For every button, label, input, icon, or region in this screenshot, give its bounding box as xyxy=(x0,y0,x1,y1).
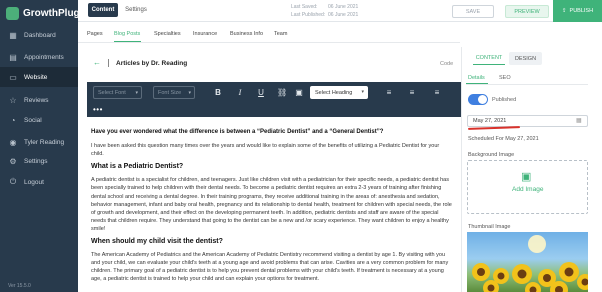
divider xyxy=(108,59,109,67)
monitor-icon: ▭ xyxy=(9,72,17,82)
sidebar-item-appointments[interactable]: ▤ Appointments xyxy=(0,47,78,67)
article-intro: I have been asked this question many tim… xyxy=(91,143,440,158)
more-options-icon[interactable]: ••• xyxy=(93,105,103,114)
last-saved-value: 06 June 2021 xyxy=(328,4,359,10)
editor-title: Articles by Dr. Reading xyxy=(116,60,188,67)
tab-specialties[interactable]: Specialties xyxy=(154,31,181,37)
sidebar-item-dashboard[interactable]: ▦ Dashboard xyxy=(0,25,78,45)
sidebar-item-profile[interactable]: ◉ Tyler Reading xyxy=(0,132,78,152)
add-image-icon: ▣ xyxy=(521,171,532,183)
sidebar-item-label: Reviews xyxy=(24,96,49,104)
logout-icon: ⏻ xyxy=(9,177,17,186)
upload-icon: ⇪ xyxy=(561,8,567,14)
heading-select[interactable]: Select Heading ▾ xyxy=(310,86,368,99)
last-published-value: 06 June 2021 xyxy=(328,12,359,18)
image-icon[interactable]: ▣ xyxy=(294,88,304,97)
last-saved-label: Last Saved: xyxy=(291,4,318,10)
editor-toolbar xyxy=(87,82,461,117)
article-heading-1: What is a Pediatric Dentist? xyxy=(91,163,184,171)
align-right-icon[interactable]: ≡ xyxy=(432,88,442,97)
publish-button[interactable]: ⇪ PUBLISH xyxy=(553,0,602,22)
sidebar-item-label: Tyler Reading xyxy=(24,138,65,146)
tab-seo[interactable]: SEO xyxy=(499,75,511,81)
publish-date-input[interactable]: May 27, 2021 xyxy=(467,115,588,127)
published-label: Published xyxy=(492,97,517,103)
bold-icon[interactable]: B xyxy=(213,88,223,97)
sidebar-item-label: Social xyxy=(24,116,42,124)
thumbnail-image-label: Thumbnail Image xyxy=(468,224,511,230)
sidebar-item-label: Settings xyxy=(24,157,48,165)
app-version: Ver 15.5.0 xyxy=(8,283,31,289)
editor-content[interactable]: Have you ever wondered what the differen… xyxy=(91,128,453,289)
sidebar-item-reviews[interactable]: ☆ Reviews xyxy=(0,90,78,110)
calendar-icon[interactable]: ▦ xyxy=(576,117,582,124)
app-logo[interactable]: GrowthPlug xyxy=(6,5,80,21)
underline-icon[interactable]: U xyxy=(256,88,266,97)
tab-insurance[interactable]: Insurance xyxy=(193,31,217,37)
background-image-label: Background Image xyxy=(468,152,515,158)
save-button[interactable]: SAVE xyxy=(452,5,494,18)
sidebar-item-social[interactable]: ◔ Social xyxy=(0,110,78,130)
tab-panel-content[interactable]: CONTENT xyxy=(473,52,505,65)
font-size-select[interactable]: Font Size ▾ xyxy=(153,86,195,99)
app-name: GrowthPlug xyxy=(23,7,80,19)
scheduled-text: Scheduled For May 27, 2021 xyxy=(468,136,539,142)
sidebar-item-label: Appointments xyxy=(24,53,64,61)
toggle-knob xyxy=(478,95,487,104)
last-published-label: Last Published: xyxy=(291,12,326,18)
sidebar-item-website[interactable]: ▭ Website xyxy=(0,67,78,87)
star-icon: ☆ xyxy=(9,95,17,105)
sidebar-item-logout[interactable]: ⏻ Logout xyxy=(0,172,78,192)
chevron-down-icon: ▾ xyxy=(188,90,191,96)
tab-panel-design[interactable]: DESIGN xyxy=(509,52,542,65)
sidebar-item-label: Dashboard xyxy=(24,31,56,39)
tab-settings[interactable]: Settings xyxy=(121,3,151,17)
tab-content[interactable]: Content xyxy=(88,3,118,17)
sunflower-photo xyxy=(472,235,588,292)
heading-select-value: Select Heading xyxy=(315,89,353,96)
dashboard-icon: ▦ xyxy=(9,30,17,40)
share-icon: ◔ xyxy=(10,115,16,125)
active-subtab-indicator xyxy=(466,83,488,84)
calendar-icon: ▤ xyxy=(9,52,17,62)
sidebar-item-settings[interactable]: ⚙ Settings xyxy=(0,151,78,171)
article-paragraph-1: A pediatric dentist is a specialist for … xyxy=(91,177,452,232)
code-toggle[interactable]: Code xyxy=(440,61,453,67)
article-paragraph-2: The American Academy of Pediatrics and t… xyxy=(91,252,449,283)
gear-icon: ⚙ xyxy=(9,156,17,166)
thumbnail-image[interactable] xyxy=(467,232,588,292)
sidebar-item-label: Logout xyxy=(24,178,44,186)
align-center-icon[interactable]: ≡ xyxy=(407,88,417,97)
align-left-icon[interactable]: ≡ xyxy=(384,88,394,97)
font-size-placeholder: Font Size xyxy=(158,89,182,96)
add-image-label: Add Image xyxy=(512,186,544,193)
divider xyxy=(466,84,588,85)
italic-icon[interactable]: I xyxy=(235,88,245,97)
article-question: Have you ever wondered what the differen… xyxy=(91,129,384,135)
chevron-down-icon: ▾ xyxy=(361,89,364,95)
back-arrow-icon[interactable]: ← xyxy=(93,58,101,67)
link-icon[interactable]: ⛓ xyxy=(277,88,287,97)
tab-team[interactable]: Team xyxy=(274,31,287,37)
sidebar-item-label: Website xyxy=(24,73,48,81)
preview-button[interactable]: PREVIEW xyxy=(505,5,549,18)
font-select-placeholder: Select Font xyxy=(98,89,126,96)
growthplug-logo-icon xyxy=(6,6,19,20)
tab-blog-posts[interactable]: Blog Posts xyxy=(114,31,140,37)
tab-business-info[interactable]: Business Info xyxy=(230,31,263,37)
tab-pages[interactable]: Pages xyxy=(87,31,103,37)
publish-label: PUBLISH xyxy=(569,8,594,14)
article-heading-2: When should my child visit the dentist? xyxy=(91,238,223,246)
chevron-down-icon: ▾ xyxy=(135,90,138,96)
tab-details[interactable]: Details xyxy=(468,75,485,81)
user-icon: ◉ xyxy=(9,137,17,147)
active-tab-indicator xyxy=(114,41,141,43)
font-select[interactable]: Select Font ▾ xyxy=(93,86,142,99)
